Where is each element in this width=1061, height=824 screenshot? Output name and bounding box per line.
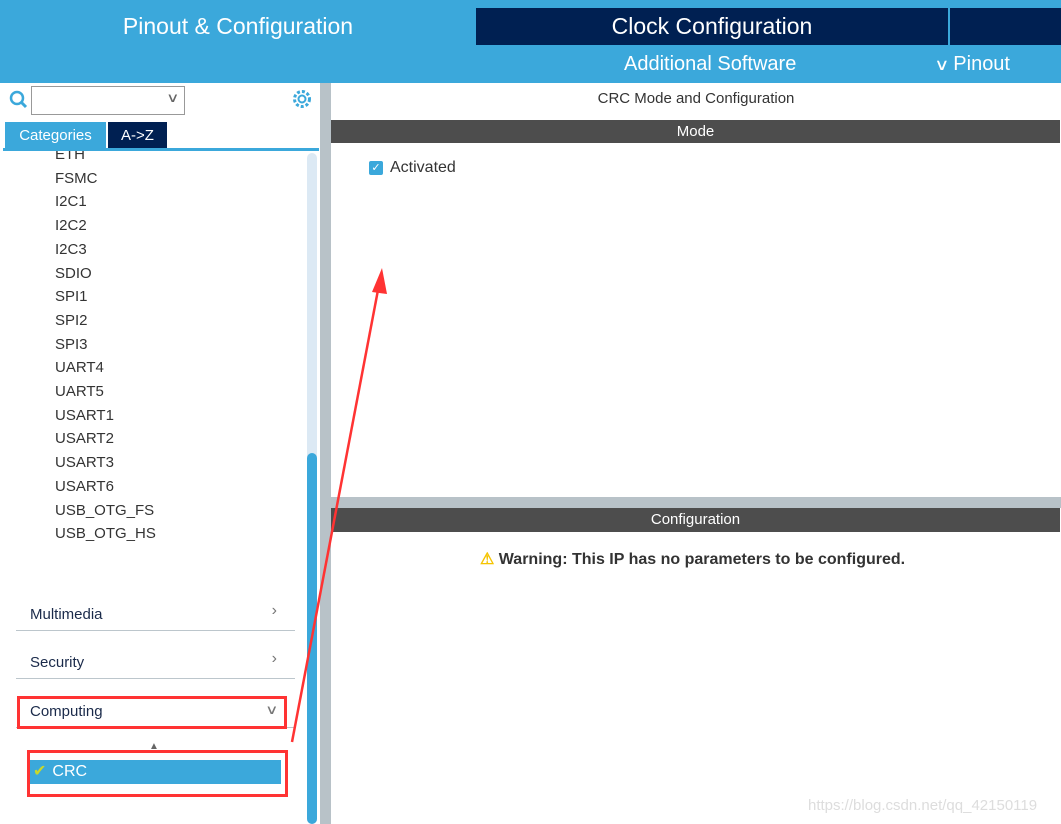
peripheral-list: ETH FSMC I2C1 I2C2 I2C3 SDIO SPI1 SPI2 SPI3 UART4… <box>0 151 305 551</box>
resize-handle-icon[interactable]: ▲ <box>149 741 159 752</box>
watermark: https://blog.csdn.net/qq_42150119 <box>808 797 1038 814</box>
activated-label: Activated <box>390 159 456 176</box>
tab-extra[interactable] <box>950 8 1061 45</box>
chevron-down-icon: ∨ <box>166 90 180 105</box>
category-computing[interactable]: Computing ∨ <box>16 695 295 728</box>
list-item[interactable]: UART4 <box>55 359 104 376</box>
tab-pinout-configuration[interactable]: Pinout & Configuration <box>2 8 474 45</box>
category-security[interactable]: Security › <box>16 646 295 679</box>
list-item[interactable]: ETH <box>55 151 85 163</box>
list-item[interactable]: I2C3 <box>55 241 87 258</box>
chevron-right-icon: › <box>271 650 277 667</box>
list-item[interactable]: SPI1 <box>55 288 88 305</box>
mode-header: Mode <box>331 120 1060 143</box>
tab-clock-configuration[interactable]: Clock Configuration <box>476 8 948 45</box>
tab-categories[interactable]: Categories <box>5 122 106 149</box>
section-splitter[interactable] <box>331 497 1061 508</box>
main-panel <box>331 83 1061 824</box>
additional-software-button[interactable]: Additional Software <box>624 46 796 83</box>
category-label: Multimedia <box>30 606 103 623</box>
pinout-menu-button[interactable]: ∨ Pinout <box>934 46 1010 84</box>
pinout-menu-label: Pinout <box>953 53 1010 75</box>
top-bar: Pinout & Configuration Clock Configurati… <box>0 0 1061 83</box>
warning-text: Warning: This IP has no parameters to be… <box>498 551 906 568</box>
check-icon: ✔ <box>33 763 47 780</box>
list-item[interactable]: FSMC <box>55 170 98 187</box>
panel-title: CRC Mode and Configuration <box>597 90 795 107</box>
item-label: CRC <box>52 763 88 780</box>
sidebar-scrollbar-thumb[interactable] <box>307 453 317 824</box>
chevron-down-icon: ∨ <box>265 702 279 717</box>
sub-bar: Additional Software ∨ Pinout <box>0 46 1061 83</box>
list-item[interactable]: USART2 <box>55 430 114 447</box>
list-item[interactable]: USART3 <box>55 454 114 471</box>
list-item[interactable]: USB_OTG_FS <box>55 502 154 519</box>
list-item[interactable]: USART1 <box>55 407 114 424</box>
warning-icon: ⚠ <box>480 551 495 568</box>
category-label: Security <box>30 654 85 671</box>
search-input[interactable]: ∨ <box>31 86 185 115</box>
category-label: Computing <box>30 703 103 720</box>
list-item[interactable]: UART5 <box>55 383 104 400</box>
search-icon <box>9 90 28 109</box>
list-item[interactable]: SPI2 <box>55 312 88 329</box>
list-item[interactable]: I2C1 <box>55 193 87 210</box>
activated-checkbox[interactable]: ✓ <box>369 161 383 175</box>
category-multimedia[interactable]: Multimedia › <box>16 598 295 631</box>
list-item[interactable]: I2C2 <box>55 217 87 234</box>
list-item[interactable]: USART6 <box>55 478 114 495</box>
list-item-crc[interactable]: ✔ CRC <box>30 760 281 784</box>
gear-icon[interactable] <box>291 88 313 110</box>
list-item[interactable]: USB_OTG_HS <box>55 525 156 542</box>
panel-divider[interactable] <box>320 83 331 824</box>
chevron-right-icon: › <box>271 602 277 619</box>
list-item[interactable]: SDIO <box>55 265 92 282</box>
configuration-header: Configuration <box>331 508 1060 532</box>
tab-a-z[interactable]: A->Z <box>108 122 167 149</box>
list-item[interactable]: SPI3 <box>55 336 88 353</box>
warning-message: ⚠ Warning: This IP has no parameters to … <box>480 549 905 569</box>
chevron-down-icon: ∨ <box>934 57 950 74</box>
